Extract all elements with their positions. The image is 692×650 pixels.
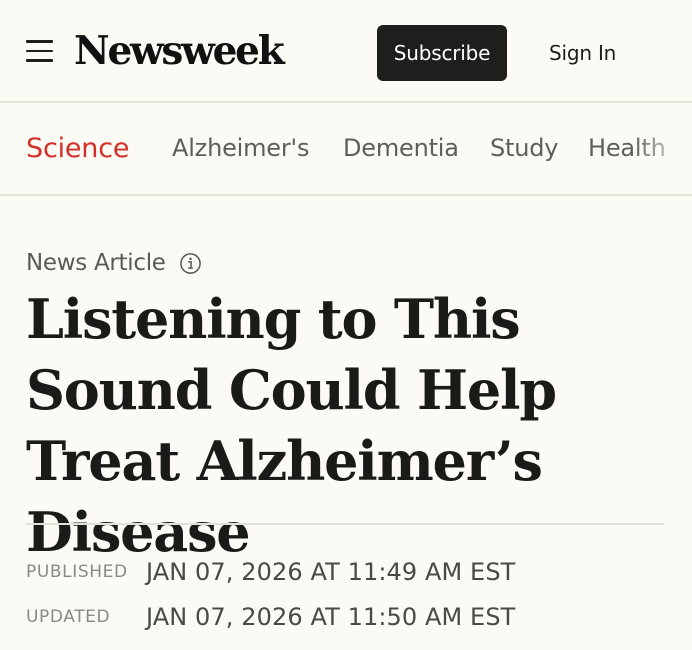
article-type-label: News Article xyxy=(26,250,166,276)
menu-line xyxy=(26,59,53,62)
article-headline: Listening to This Sound Could Help Treat… xyxy=(26,287,557,564)
sign-in-link[interactable]: Sign In xyxy=(549,25,616,81)
published-date: JAN 07, 2026 AT 11:49 AM EST xyxy=(146,558,516,586)
updated-label: UPDATED xyxy=(26,607,111,627)
topic-dementia[interactable]: Dementia xyxy=(343,103,459,194)
newsweek-logo[interactable]: Newsweek xyxy=(74,24,285,78)
subscribe-button[interactable]: Subscribe xyxy=(377,25,507,81)
info-icon[interactable] xyxy=(179,252,202,275)
topic-health[interactable]: Health xyxy=(588,103,666,194)
topic-study[interactable]: Study xyxy=(490,103,558,194)
site-header: Newsweek Subscribe Sign In xyxy=(0,0,692,103)
published-label: PUBLISHED xyxy=(26,562,128,582)
topic-alzheimers[interactable]: Alzheimer's xyxy=(172,103,309,194)
updated-date: JAN 07, 2026 AT 11:50 AM EST xyxy=(146,603,516,631)
menu-line xyxy=(26,40,53,43)
hamburger-menu-icon[interactable] xyxy=(26,40,53,62)
menu-line xyxy=(26,49,53,52)
divider xyxy=(26,523,664,525)
topic-science[interactable]: Science xyxy=(26,103,129,194)
topic-nav: Science Alzheimer's Dementia Study Healt… xyxy=(0,103,692,196)
